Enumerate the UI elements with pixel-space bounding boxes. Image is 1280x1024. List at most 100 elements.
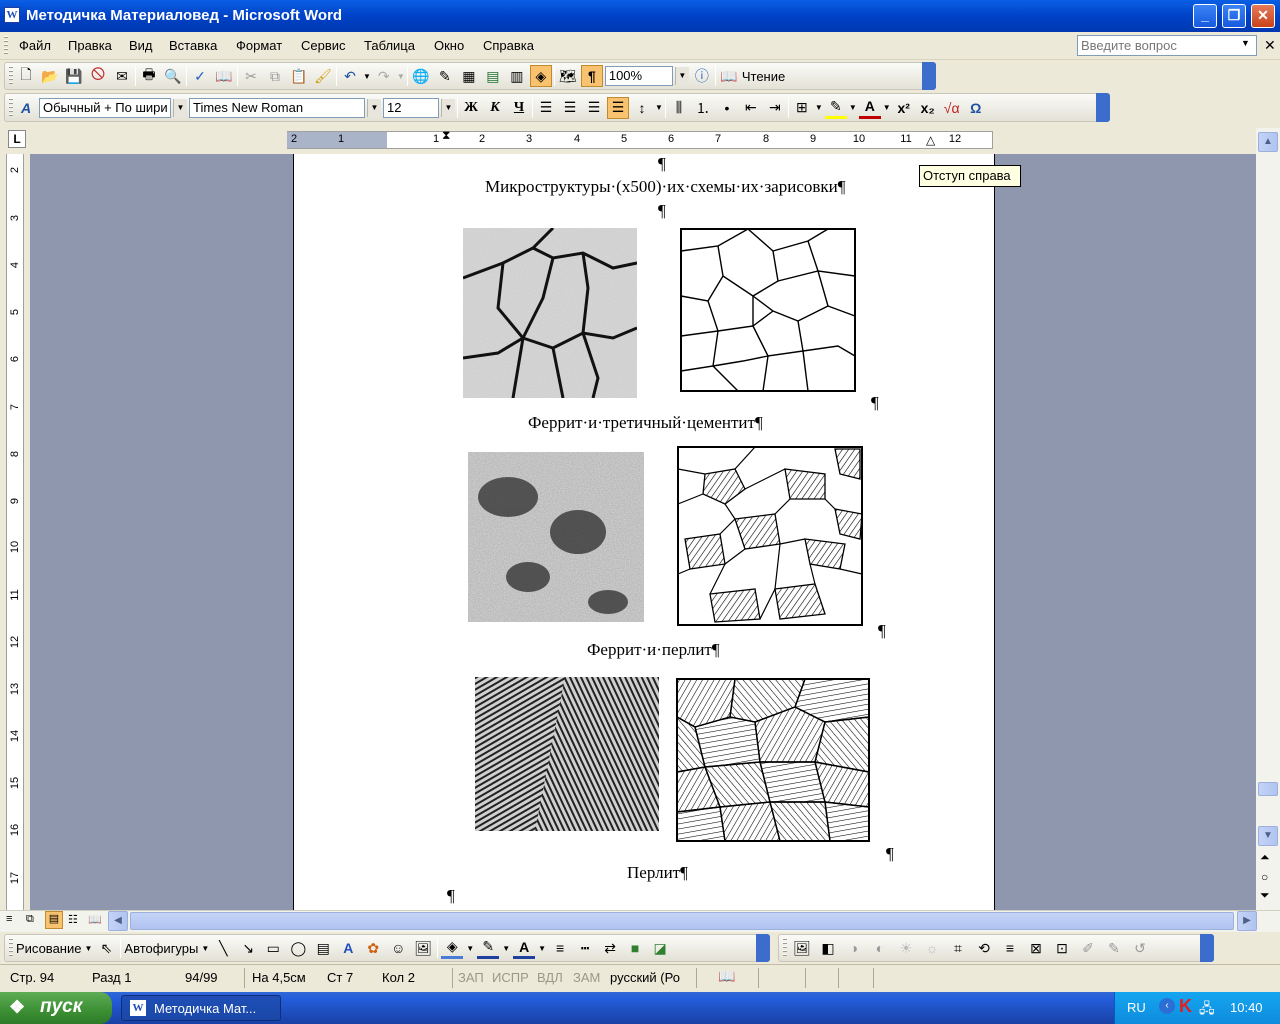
- less-brightness-icon[interactable]: ☼: [921, 937, 943, 959]
- fill-color-dropdown-icon[interactable]: ▼: [466, 944, 474, 953]
- fill-color-icon[interactable]: ◈: [441, 937, 464, 959]
- line-color-icon[interactable]: ✎: [477, 937, 500, 959]
- language-indicator[interactable]: RU: [1127, 1000, 1146, 1015]
- equation-icon[interactable]: √α: [941, 97, 963, 119]
- rotate-icon[interactable]: ⟲: [973, 937, 995, 959]
- style-dropdown-icon[interactable]: ▼: [173, 98, 187, 117]
- line-spacing-dropdown-icon[interactable]: ▼: [655, 103, 663, 112]
- text-wrapping-icon[interactable]: ⊡: [1051, 937, 1073, 959]
- tables-borders-icon[interactable]: ✎: [434, 65, 456, 87]
- symbol-icon[interactable]: Ω: [965, 97, 987, 119]
- open-icon[interactable]: 📂: [39, 65, 61, 87]
- reading-layout-button[interactable]: Чтение: [742, 69, 785, 84]
- less-contrast-icon[interactable]: ◐: [869, 937, 891, 959]
- select-objects-icon[interactable]: ⇖: [95, 937, 117, 959]
- align-center-icon[interactable]: ☰: [559, 97, 581, 119]
- network-icon[interactable]: 🖧: [1199, 998, 1215, 1022]
- reading-layout-icon[interactable]: 📖: [718, 65, 740, 87]
- bullets-icon[interactable]: •: [716, 97, 738, 119]
- menu-insert[interactable]: Вставка: [169, 38, 217, 53]
- menu-file[interactable]: Файл: [19, 38, 51, 53]
- reset-picture-icon[interactable]: ↺: [1129, 937, 1151, 959]
- menu-grip[interactable]: [4, 36, 8, 56]
- ferrite-pearlite-photo-image[interactable]: [468, 452, 644, 622]
- redo-icon[interactable]: ↷: [373, 65, 395, 87]
- word-app-icon[interactable]: W: [4, 7, 20, 23]
- diagram-icon[interactable]: ✿: [362, 937, 384, 959]
- paste-icon[interactable]: 📋: [288, 65, 310, 87]
- rectangle-tool-icon[interactable]: ▭: [262, 937, 284, 959]
- numbering-icon[interactable]: ⒈: [692, 97, 714, 119]
- arrow-style-icon[interactable]: ⇄: [599, 937, 621, 959]
- status-extend[interactable]: ВДЛ: [537, 970, 563, 985]
- redo-dropdown-icon[interactable]: ▼: [397, 72, 405, 81]
- antivirus-icon[interactable]: K: [1179, 996, 1192, 1017]
- more-contrast-icon[interactable]: ◑: [843, 937, 865, 959]
- scroll-down-button[interactable]: ▼: [1258, 826, 1278, 846]
- align-left-icon[interactable]: ☰: [535, 97, 557, 119]
- arrow-tool-icon[interactable]: ↘: [237, 937, 259, 959]
- maximize-button[interactable]: ❐: [1222, 4, 1246, 28]
- close-button[interactable]: ✕: [1251, 4, 1275, 28]
- decrease-indent-icon[interactable]: ⇤: [740, 97, 762, 119]
- tab-selector-button[interactable]: L: [8, 130, 26, 148]
- show-hide-pilcrow-icon[interactable]: ¶: [580, 65, 603, 87]
- borders-dropdown-icon[interactable]: ▼: [815, 103, 823, 112]
- menu-view[interactable]: Вид: [129, 38, 153, 53]
- menu-help[interactable]: Справка: [483, 38, 534, 53]
- normal-view-icon[interactable]: ≡: [6, 913, 12, 925]
- doc-close-icon[interactable]: ✕: [1264, 37, 1276, 54]
- minimize-button[interactable]: _: [1193, 4, 1217, 28]
- toolbar-grip[interactable]: [9, 938, 13, 958]
- font-size-dropdown-icon[interactable]: ▼: [441, 98, 455, 117]
- toolbar-grip[interactable]: [9, 97, 13, 118]
- pearlite-sketch-image[interactable]: [675, 677, 871, 843]
- font-size-select[interactable]: 12: [383, 97, 439, 118]
- next-page-icon[interactable]: ⏷: [1260, 888, 1270, 903]
- cut-icon[interactable]: ✂: [240, 65, 262, 87]
- color-icon[interactable]: ◧: [817, 937, 839, 959]
- justify-icon[interactable]: ☰: [607, 96, 629, 119]
- status-language[interactable]: русский (Ро: [610, 970, 680, 985]
- new-doc-icon[interactable]: 🗋: [15, 65, 37, 87]
- draw-font-color-dropdown-icon[interactable]: ▼: [538, 944, 546, 953]
- menu-format[interactable]: Формат: [236, 38, 282, 53]
- format-picture-icon[interactable]: ✐: [1077, 937, 1099, 959]
- status-track-changes[interactable]: ИСПР: [492, 970, 529, 985]
- line-color-dropdown-icon[interactable]: ▼: [502, 944, 510, 953]
- print-preview-icon[interactable]: 🔍: [162, 65, 184, 87]
- outline-view-icon[interactable]: ☷: [68, 913, 78, 926]
- toolbar-options-icon[interactable]: [922, 62, 936, 90]
- draw-font-color-icon[interactable]: A: [513, 937, 536, 959]
- email-icon[interactable]: ✉: [111, 65, 133, 87]
- highlight-icon[interactable]: ✎: [824, 97, 847, 119]
- subscript-icon[interactable]: x₂: [917, 97, 939, 119]
- font-dropdown-icon[interactable]: ▼: [367, 98, 381, 117]
- superscript-icon[interactable]: x²: [893, 97, 915, 119]
- arrow-tray-icon[interactable]: ‹: [1159, 998, 1175, 1014]
- ferrite-sketch-image[interactable]: [678, 226, 858, 394]
- increase-indent-icon[interactable]: ⇥: [764, 97, 786, 119]
- shadow-style-icon[interactable]: ■: [624, 937, 646, 959]
- permission-icon[interactable]: 🛇: [87, 65, 109, 87]
- scroll-right-button[interactable]: ▶: [1237, 911, 1257, 931]
- more-brightness-icon[interactable]: ☀: [895, 937, 917, 959]
- spelling-status-icon[interactable]: 📖: [718, 968, 735, 985]
- textbox-icon[interactable]: ▤: [312, 937, 334, 959]
- toolbar-grip[interactable]: [783, 938, 787, 958]
- insert-picture-icon[interactable]: 🖼: [791, 937, 813, 959]
- oval-tool-icon[interactable]: ◯: [287, 937, 309, 959]
- crop-icon[interactable]: ⌗: [947, 937, 969, 959]
- undo-dropdown-icon[interactable]: ▼: [363, 72, 371, 81]
- autoshapes-dropdown-icon[interactable]: ▼: [201, 944, 209, 953]
- ask-question-input[interactable]: Введите вопрос: [1077, 35, 1257, 56]
- styles-formatting-icon[interactable]: A: [15, 97, 37, 119]
- compress-icon[interactable]: ⊠: [1025, 937, 1047, 959]
- toolbar-grip[interactable]: [9, 66, 13, 86]
- zoom-dropdown-icon[interactable]: ▼: [674, 67, 689, 85]
- zoom-select[interactable]: 100%: [604, 66, 673, 86]
- taskbar-word-item[interactable]: W Методичка Мат...: [121, 995, 281, 1021]
- line-style-icon[interactable]: ≡: [549, 937, 571, 959]
- scroll-left-button[interactable]: ◀: [108, 911, 128, 931]
- copy-icon[interactable]: ⧉: [264, 65, 286, 87]
